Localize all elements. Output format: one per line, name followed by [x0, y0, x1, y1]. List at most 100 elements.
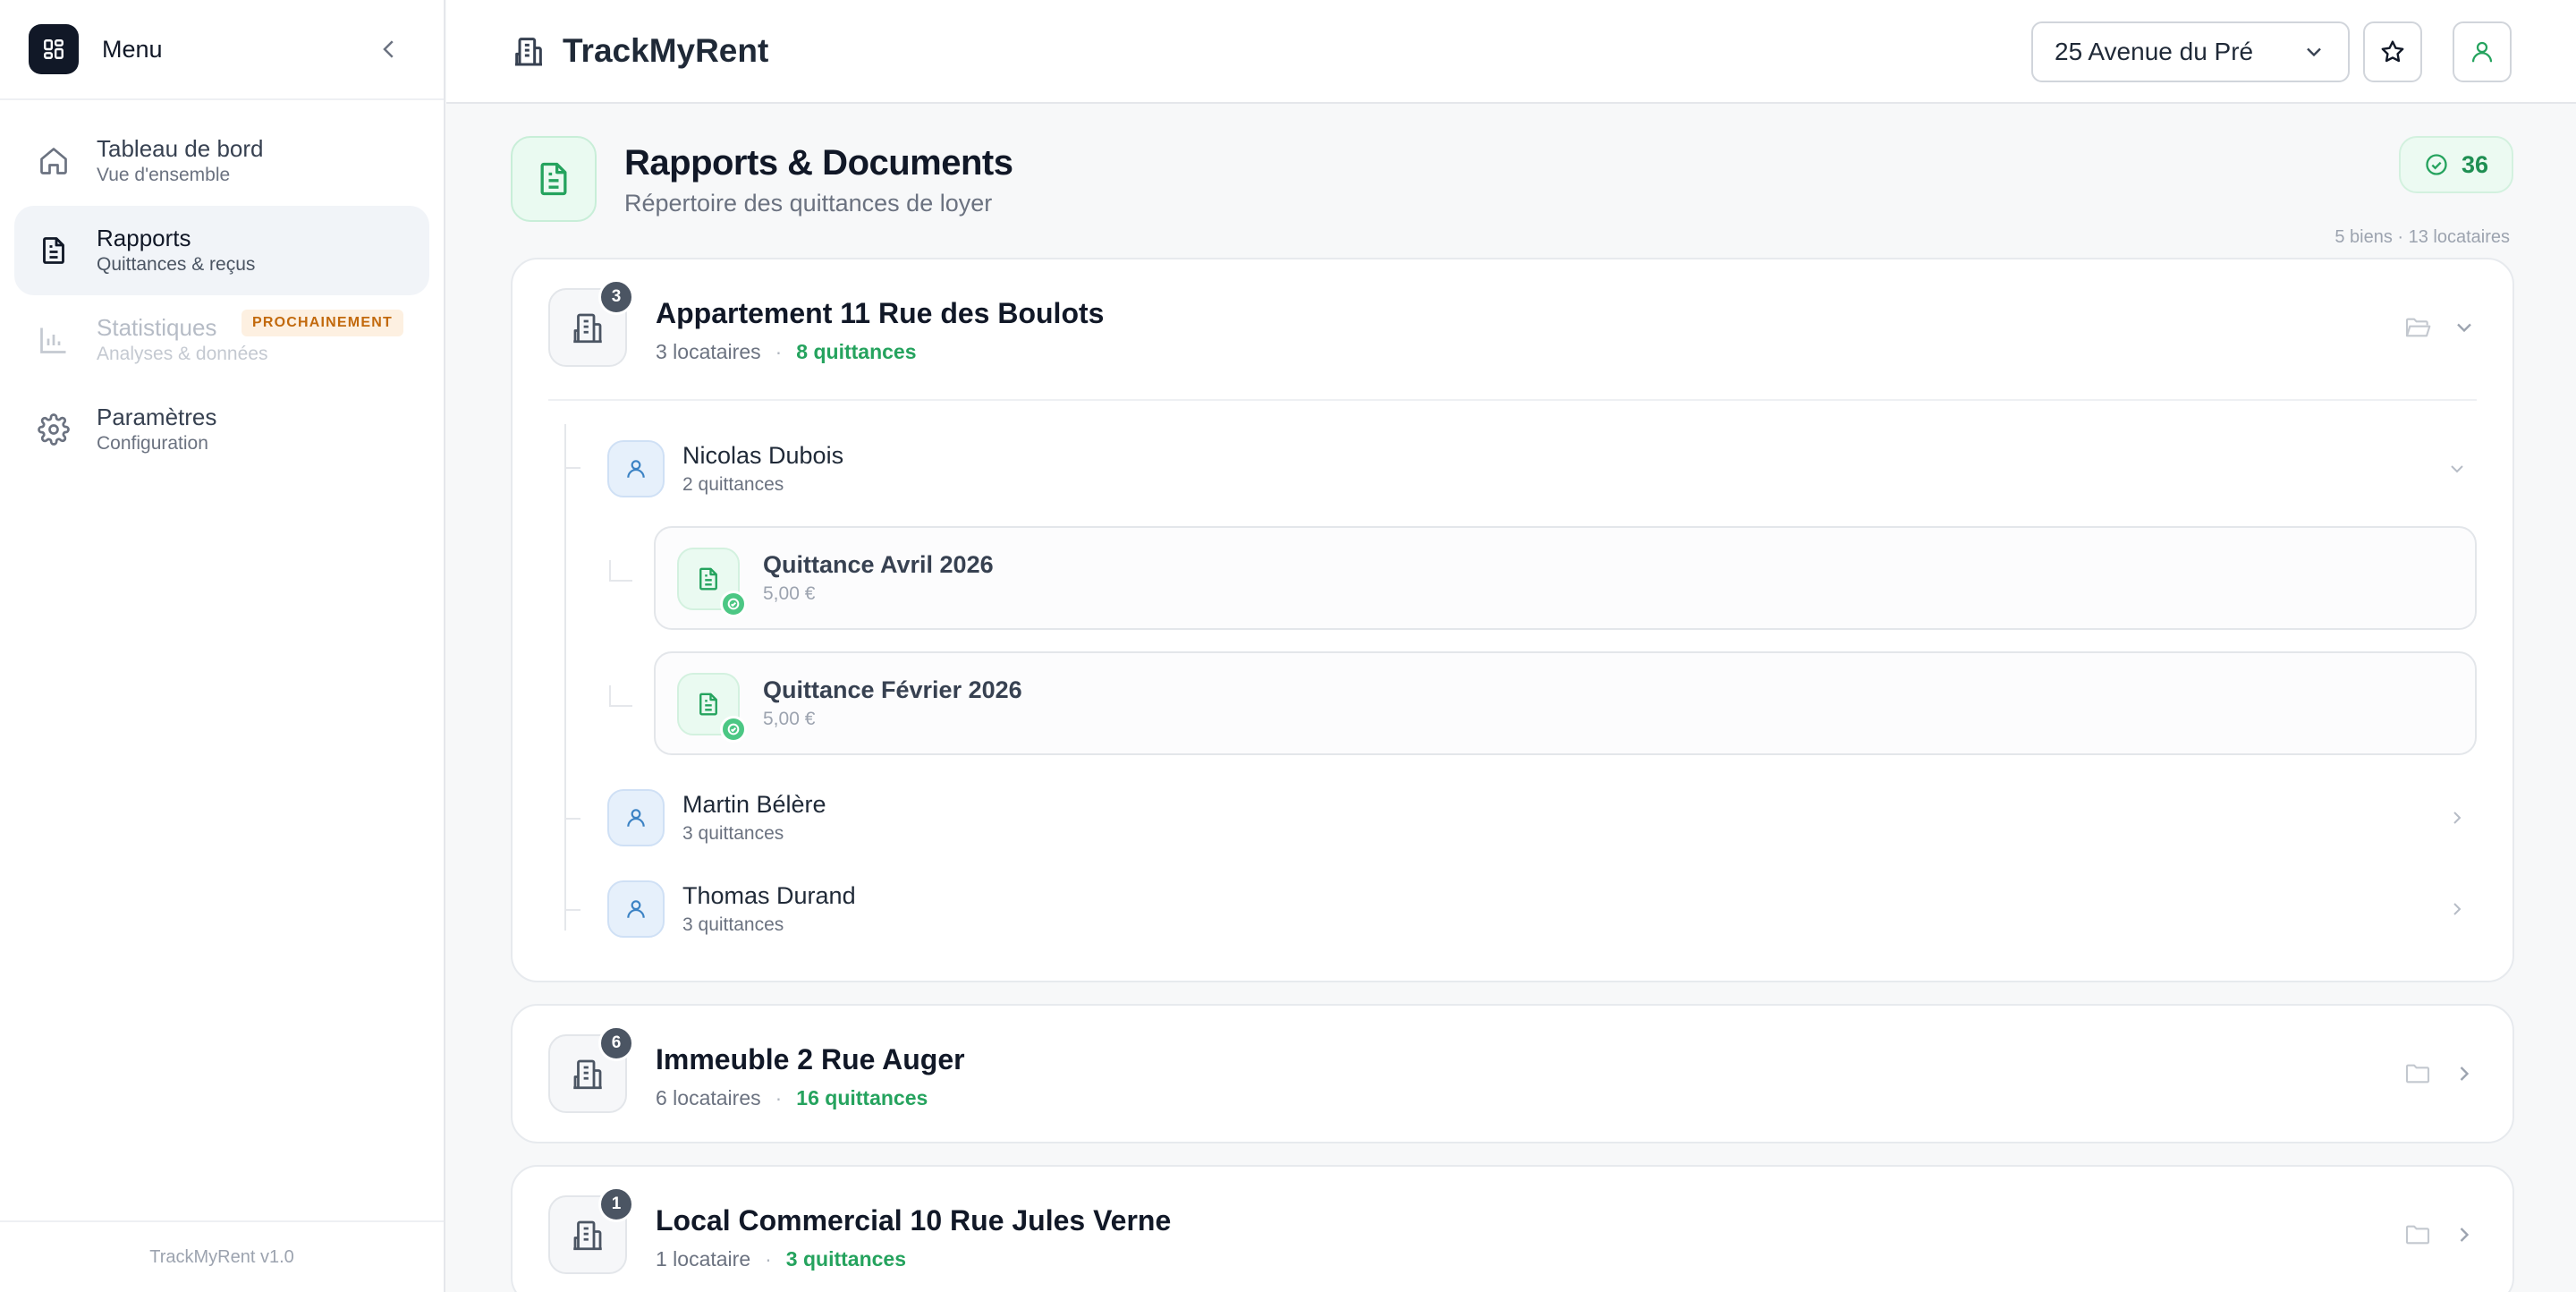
tenant-row[interactable]: Thomas Durand 3 quittances [607, 879, 2477, 941]
tenant-receipts: 3 quittances [682, 823, 784, 844]
card-actions [2403, 1059, 2477, 1088]
dashboard-grid-icon[interactable] [29, 24, 79, 74]
sidebar-item-reports[interactable]: Rapports Quittances & reçus [14, 206, 429, 295]
top-bar: TrackMyRent 25 Avenue du Pré [446, 0, 2576, 104]
favorite-button[interactable] [2363, 21, 2422, 82]
tree-connector [609, 560, 632, 582]
building-icon: 6 [548, 1025, 634, 1113]
property-name: Immeuble 2 Rue Auger [656, 1043, 965, 1075]
property-name: Local Commercial 10 Rue Jules Verne [656, 1204, 1172, 1237]
tree-line [564, 424, 566, 931]
chevron-right-icon[interactable] [2446, 807, 2468, 829]
tenant-receipts: 2 quittances [682, 474, 784, 495]
property-select[interactable]: 25 Avenue du Pré [2031, 21, 2350, 82]
page-header: Rapports & Documents Répertoire des quit… [511, 136, 2513, 247]
sidebar-item-label: Tableau de bord [97, 135, 264, 162]
receipt-count-badge: 36 [2399, 136, 2513, 193]
document-icon [677, 548, 747, 617]
tenant-count-badge: 1 [598, 1186, 634, 1222]
tree-connector [564, 909, 580, 911]
tenant-count: 3 locataires [656, 340, 761, 363]
separator-dot: · [775, 1086, 783, 1109]
separator-dot: · [765, 1247, 772, 1271]
tenant-receipts: 3 quittances [682, 914, 784, 935]
properties-summary: 5 biens · 13 locataires [2334, 227, 2510, 247]
receipt-amount: 5,00 € [763, 583, 816, 604]
app-version: TrackMyRent v1.0 [0, 1220, 444, 1292]
tree-connector [609, 685, 632, 707]
tenant-name: Martin Bélère [682, 791, 826, 818]
star-icon [2378, 38, 2407, 66]
sidebar-nav: Tableau de bord Vue d'ensemble Rapports … [0, 100, 444, 474]
chevron-right-icon[interactable] [2452, 1061, 2477, 1086]
tenant-row[interactable]: Nicolas Dubois 2 quittances [607, 438, 2477, 501]
chevron-down-icon[interactable] [2446, 458, 2468, 480]
tenant-tree: Nicolas Dubois 2 quittances Quittance Av… [548, 399, 2477, 977]
receipt-count: 16 quittances [796, 1086, 928, 1109]
receipt-amount: 5,00 € [763, 709, 816, 729]
property-select-value: 25 Avenue du Pré [2055, 38, 2254, 65]
separator-dot: · [775, 340, 783, 363]
tenant-count-badge: 6 [598, 1025, 634, 1061]
document-icon [511, 136, 597, 222]
user-icon [607, 880, 665, 938]
building-icon: 3 [548, 279, 634, 367]
chevron-down-icon [2301, 39, 2326, 64]
tenant-row[interactable]: Martin Bélère 3 quittances [607, 787, 2477, 850]
page-subtitle: Répertoire des quittances de loyer [624, 190, 993, 217]
sidebar-item-settings[interactable]: Paramètres Configuration [14, 385, 429, 474]
sidebar-item-sublabel: Vue d'ensemble [97, 165, 231, 185]
sidebar: Menu Tableau de bord Vue d'ensemble Rapp… [0, 0, 445, 1292]
card-actions [2403, 313, 2477, 342]
tenant-name: Nicolas Dubois [682, 442, 844, 469]
tenant-count-badge: 3 [598, 279, 634, 315]
sidebar-item-label: Paramètres [97, 404, 217, 430]
gear-icon [38, 413, 70, 446]
brand[interactable]: TrackMyRent [511, 32, 768, 70]
user-icon [2469, 38, 2496, 65]
sidebar-item-sublabel: Quittances & reçus [97, 254, 256, 275]
sidebar-item-statistics: Statistiques Analyses & données PROCHAIN… [14, 295, 429, 385]
check-circle-icon [2424, 152, 2449, 177]
folder-open-icon[interactable] [2403, 313, 2432, 342]
property-card: 3 Appartement 11 Rue des Boulots 3 locat… [511, 258, 2514, 982]
bar-chart-icon [38, 324, 70, 356]
chevron-right-icon[interactable] [2446, 898, 2468, 920]
building-icon: 1 [548, 1186, 634, 1274]
check-circle-icon [720, 591, 747, 617]
profile-button[interactable] [2453, 21, 2512, 82]
home-icon [38, 145, 70, 177]
sidebar-title: Menu [102, 35, 163, 63]
receipt-count: 36 [2461, 150, 2489, 178]
property-meta: 3 locataires · 8 quittances [656, 340, 917, 364]
user-icon [607, 440, 665, 497]
chevron-right-icon[interactable] [2452, 1222, 2477, 1247]
tree-connector [564, 818, 580, 820]
user-icon [607, 789, 665, 846]
receipt-count: 3 quittances [785, 1247, 907, 1271]
property-meta: 6 locataires · 16 quittances [656, 1086, 928, 1110]
chevron-down-icon[interactable] [2452, 315, 2477, 340]
property-name: Appartement 11 Rue des Boulots [656, 297, 1105, 329]
check-circle-icon [720, 716, 747, 743]
sidebar-item-dashboard[interactable]: Tableau de bord Vue d'ensemble [14, 116, 429, 206]
property-card-header[interactable]: 6 Immeuble 2 Rue Auger 6 locataires · 16… [513, 1006, 2512, 1145]
folder-icon[interactable] [2403, 1059, 2432, 1088]
property-meta: 1 locataire · 3 quittances [656, 1247, 906, 1271]
property-card: 1 Local Commercial 10 Rue Jules Verne 1 … [511, 1165, 2514, 1292]
receipt-item[interactable]: Quittance Février 2026 5,00 € [654, 651, 2477, 755]
sidebar-item-sublabel: Analyses & données [97, 344, 268, 364]
receipt-title: Quittance Avril 2026 [763, 551, 994, 578]
sidebar-item-label: Rapports [97, 225, 191, 251]
tree-connector [564, 467, 580, 469]
receipt-item[interactable]: Quittance Avril 2026 5,00 € [654, 526, 2477, 630]
tenant-name: Thomas Durand [682, 882, 856, 909]
folder-icon[interactable] [2403, 1220, 2432, 1249]
receipt-count: 8 quittances [796, 340, 917, 363]
coming-soon-badge: PROCHAINEMENT [242, 310, 403, 336]
property-card-header[interactable]: 3 Appartement 11 Rue des Boulots 3 locat… [513, 259, 2512, 399]
tenant-count: 6 locataires [656, 1086, 761, 1109]
chevron-left-icon[interactable] [376, 36, 402, 63]
property-card: 6 Immeuble 2 Rue Auger 6 locataires · 16… [511, 1004, 2514, 1143]
property-card-header[interactable]: 1 Local Commercial 10 Rue Jules Verne 1 … [513, 1167, 2512, 1292]
